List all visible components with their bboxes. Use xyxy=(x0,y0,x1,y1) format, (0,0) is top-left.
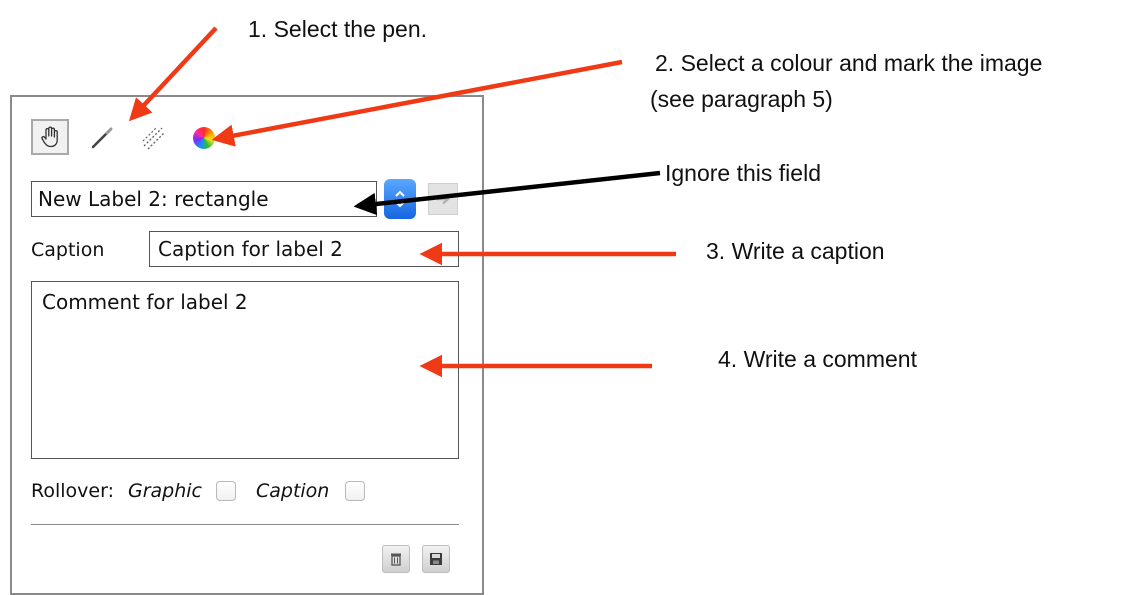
arrow-to-colour xyxy=(211,59,623,147)
arrow-to-pen xyxy=(128,26,218,122)
arrow-to-label-select xyxy=(353,170,661,216)
annotation-arrows xyxy=(128,26,676,378)
